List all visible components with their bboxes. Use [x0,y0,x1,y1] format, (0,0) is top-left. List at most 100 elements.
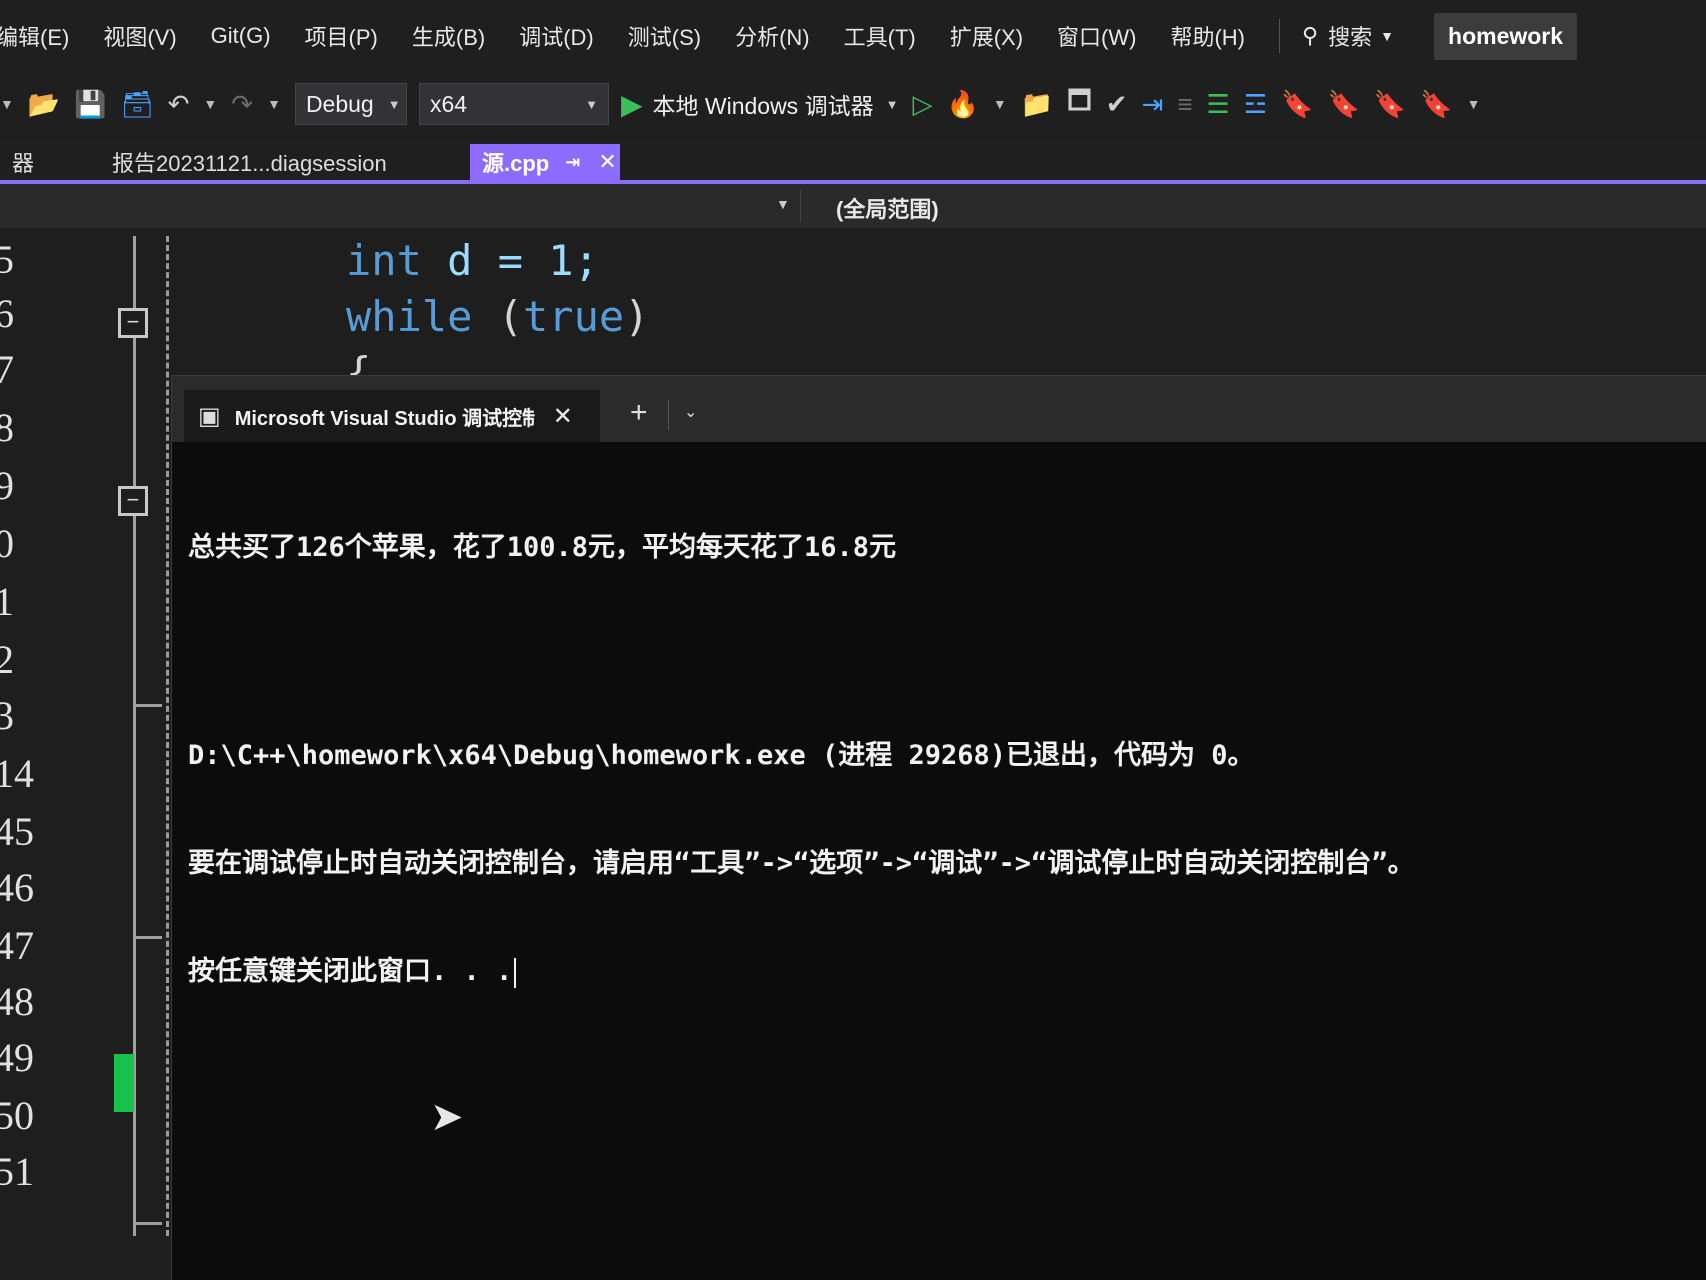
uncomment-icon[interactable]: ☲ [1244,89,1267,120]
chevron-down-icon: ▼ [885,96,899,112]
tab-label: 器 [12,151,35,176]
menu-debug[interactable]: 调试(D) [519,20,594,52]
save-all-icon[interactable]: 🗃 [121,89,154,120]
menu-analyze[interactable]: 分析(N) [735,20,810,52]
console-line: 按任意键关闭此窗口. . . [188,954,1688,990]
chevron-down-icon: ▼ [387,96,401,112]
indent-guide [166,236,169,1236]
line-number: 50 [0,1093,34,1138]
console-line: D:\C++\homework\x64\Debug\homework.exe (… [188,740,1255,771]
previous-bookmark-icon[interactable]: 🔖 [1328,89,1360,120]
chevron-down-icon: ▼ [585,96,598,112]
play-icon: ▶ [620,88,643,120]
line-number: 7 [0,347,14,392]
console-title-bar: ▣ Microsoft Visual Studio 调试控制台 ✕ + ⌄ [172,376,1706,442]
line-number: 2 [0,637,14,682]
window-icon[interactable]: 🗖 [1067,82,1092,126]
pin-icon[interactable]: ⇥ [565,152,580,173]
collapse-icon[interactable]: − [118,486,148,516]
menu-git[interactable]: Git(G) [211,23,271,49]
tab-object-browser[interactable]: 器 [0,144,100,180]
spell-check-icon[interactable]: ✔ [1106,89,1128,120]
toolbar: ▼ 📂 💾 🗃 ↶ ▼ ↷ ▼ Debug ▼ x64 ▼ ▶ 本地 Windo… [0,72,1706,136]
console-tab[interactable]: ▣ Microsoft Visual Studio 调试控制台 ✕ [184,390,600,442]
comment-icon[interactable]: ☰ [1207,89,1230,120]
search-label: 搜索 [1328,25,1373,50]
platform-dropdown[interactable]: x64 ▼ [418,83,609,125]
find-in-files-icon[interactable]: 📁 [1021,89,1053,120]
configuration-dropdown[interactable]: Debug ▼ [294,83,407,125]
line-number: 49 [0,1035,34,1080]
text-cursor [514,957,517,988]
code-line: int d = 1; [346,236,599,285]
overflow-icon[interactable]: ▼ [1467,96,1481,112]
line-number: 8 [0,405,14,450]
line-number: 5 [0,237,14,282]
step-icon[interactable]: ⇥ [1142,89,1164,120]
menu-help[interactable]: 帮助(H) [1170,20,1245,52]
chevron-down-icon[interactable]: ⌄ [684,402,697,422]
start-debugging-button[interactable]: ▶ 本地 Windows 调试器 ▼ [621,87,899,121]
code-text: ( [472,292,524,341]
open-folder-icon[interactable]: 📂 [28,89,60,120]
menu-build[interactable]: 生成(B) [412,20,485,52]
console-output: 总共买了126个苹果，花了100.8元，平均每天花了16.8元 D:\C++\h… [188,458,1688,1062]
line-number: 0 [0,521,14,566]
scope-dropdown[interactable]: (全局范围) [836,192,939,224]
redo-icon[interactable]: ↷ [231,89,253,120]
menu-view[interactable]: 视图(V) [103,20,176,52]
bookmark-icon[interactable]: 🔖 [1281,89,1313,120]
clear-bookmarks-icon[interactable]: 🔖 [1420,89,1452,120]
close-icon[interactable]: ✕ [598,149,616,175]
chevron-down-icon[interactable]: ▼ [993,96,1007,112]
tab-label: 报告20231121...diagsession [112,151,387,176]
line-number: 1 [0,579,14,624]
nav-divider [800,190,801,222]
tab-source-cpp[interactable]: 源.cpp ⇥ ✕ [470,144,620,180]
document-tab-strip: 器 报告20231121...diagsession 源.cpp ⇥ ✕ [0,140,1706,184]
console-tab-title: Microsoft Visual Studio 调试控制台 [234,407,535,430]
keyword: while [346,292,473,341]
chevron-down-icon[interactable]: ▼ [203,96,217,112]
start-without-debugging-icon[interactable]: ▷ [912,89,932,120]
line-number: 6 [0,291,14,336]
close-icon[interactable]: ✕ [553,402,573,431]
chevron-down-icon[interactable]: ▼ [0,96,14,112]
outline-tick [136,704,162,707]
solution-name: homework [1434,12,1578,60]
code-text: ) [624,292,650,341]
code-text: d = 1; [421,236,599,285]
chevron-down-icon: ▼ [1380,28,1395,44]
console-line: 要在调试停止时自动关闭控制台，请启用“工具”->“选项”->“调试”->“调试停… [188,848,1415,879]
chevron-down-icon[interactable]: ▼ [776,196,790,212]
format-icon[interactable]: ≡ [1177,89,1192,120]
collapse-icon[interactable]: − [118,308,148,338]
menu-tools[interactable]: 工具(T) [844,20,916,52]
undo-icon[interactable]: ↶ [168,89,190,120]
mouse-pointer-icon: ➤ [430,1095,464,1139]
change-indicator [114,1054,134,1112]
line-number: 14 [0,751,34,796]
save-icon[interactable]: 💾 [74,89,106,120]
menu-window[interactable]: 窗口(W) [1057,20,1136,52]
chevron-down-icon[interactable]: ▼ [267,96,281,112]
menu-edit[interactable]: 编辑(E) [0,20,69,52]
code-line: while (true) [346,292,649,341]
console-icon: ▣ [198,402,221,430]
menu-extensions[interactable]: 扩展(X) [950,20,1023,52]
new-tab-button[interactable]: + [630,396,648,430]
hot-reload-icon[interactable]: 🔥 [946,89,978,120]
keyword: true [523,292,625,341]
menu-test[interactable]: 测试(S) [628,20,701,52]
configuration-value: Debug [305,90,374,117]
outline-tick [136,936,162,939]
menu-divider [1279,19,1281,53]
navigation-bar: ▼ (全局范围) [0,184,1706,229]
line-number: 47 [0,923,34,968]
next-bookmark-icon[interactable]: 🔖 [1374,89,1406,120]
menu-project[interactable]: 项目(P) [305,20,378,52]
debug-console-window[interactable]: ▣ Microsoft Visual Studio 调试控制台 ✕ + ⌄ 总共… [172,376,1706,1280]
line-number: 9 [0,463,14,508]
tab-diagsession[interactable]: 报告20231121...diagsession [100,144,460,180]
search-box[interactable]: ⚲ 搜索 ▼ [1302,20,1394,52]
